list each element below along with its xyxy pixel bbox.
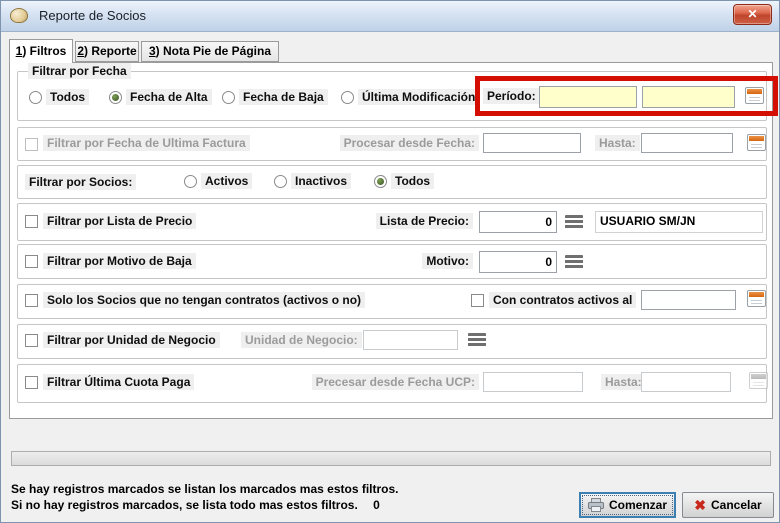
- factura-hasta-input[interactable]: [641, 133, 733, 153]
- motivo-input[interactable]: [479, 251, 557, 273]
- radio-fecha-de-baja[interactable]: [222, 91, 235, 104]
- checkbox-lista-de-precio-label[interactable]: Filtrar por Lista de Precio: [43, 213, 196, 229]
- app-icon: [10, 8, 28, 23]
- ucp-desde-input[interactable]: [483, 372, 583, 392]
- periodo-hasta-input[interactable]: [642, 86, 735, 108]
- checkbox-ultima-cuota-paga-label[interactable]: Filtrar Última Cuota Paga: [43, 374, 194, 390]
- tab-reporte-label: ) Reporte: [84, 44, 137, 58]
- tab-reporte[interactable]: 2) Reporte: [75, 41, 139, 62]
- contratos-calendar-icon[interactable]: [747, 290, 766, 307]
- row-filtrar-por-socios: Filtrar por Socios: Activos Inactivos To…: [17, 165, 767, 199]
- comenzar-button[interactable]: Comenzar: [579, 492, 676, 518]
- radio-todos[interactable]: [29, 91, 42, 104]
- checkbox-unidad-de-negocio[interactable]: [25, 334, 38, 347]
- footer-line-2: Si no hay registros marcados, se lista t…: [11, 498, 380, 512]
- row-motivo-de-baja: Filtrar por Motivo de Baja Motivo:: [17, 244, 767, 279]
- cancel-x-icon: ✖: [694, 498, 706, 512]
- tab-nota-pie-label: ) Nota Pie de Página: [156, 44, 271, 58]
- ucp-calendar-icon[interactable]: [749, 372, 768, 389]
- row-lista-de-precio: Filtrar por Lista de Precio Lista de Pre…: [17, 203, 767, 241]
- footer-line-2-text: Si no hay registros marcados, se lista t…: [11, 498, 358, 512]
- checkbox-con-contratos-activos[interactable]: [471, 294, 484, 307]
- row-ultima-factura: Filtrar por Fecha de Ultima Factura Proc…: [17, 127, 767, 161]
- footer-count: 0: [373, 498, 380, 512]
- dialog-reporte-de-socios: Reporte de Socios ✕ 1) Filtros 2) Report…: [0, 0, 780, 523]
- contratos-fecha-input[interactable]: [641, 290, 736, 310]
- close-button[interactable]: ✕: [733, 4, 772, 25]
- checkbox-motivo-de-baja-label[interactable]: Filtrar por Motivo de Baja: [43, 253, 196, 269]
- checkbox-ultima-factura[interactable]: [25, 138, 38, 151]
- tab-filtros[interactable]: 1) Filtros: [9, 39, 73, 63]
- footer-line-1: Se hay registros marcados se listan los …: [11, 482, 399, 496]
- unidad-de-negocio-field-label: Unidad de Negocio:: [241, 332, 362, 348]
- radio-fecha-de-alta[interactable]: [109, 91, 122, 104]
- filtrar-por-socios-label: Filtrar por Socios:: [25, 174, 136, 190]
- checkbox-unidad-de-negocio-label[interactable]: Filtrar por Unidad de Negocio: [43, 332, 220, 348]
- row-ultima-cuota-paga: Filtrar Última Cuota Paga Precesar desde…: [17, 364, 767, 403]
- row-contratos: Solo los Socios que no tengan contratos …: [17, 284, 767, 319]
- radio-socios-todos-label[interactable]: Todos: [391, 173, 434, 189]
- procesar-desde-fecha-input[interactable]: [483, 133, 581, 153]
- tab-nota-pie-de-pagina[interactable]: 3) Nota Pie de Página: [141, 41, 279, 62]
- row-unidad-de-negocio: Filtrar por Unidad de Negocio Unidad de …: [17, 324, 767, 359]
- periodo-label: Período:: [483, 88, 540, 104]
- radio-ultima-modificacion[interactable]: [341, 91, 354, 104]
- checkbox-ultima-factura-label[interactable]: Filtrar por Fecha de Ultima Factura: [43, 135, 250, 151]
- radio-activos-label[interactable]: Activos: [201, 173, 252, 189]
- unidad-de-negocio-picker-icon[interactable]: [468, 333, 486, 347]
- ucp-hasta-label: Hasta:: [601, 374, 646, 390]
- checkbox-motivo-de-baja[interactable]: [25, 255, 38, 268]
- motivo-picker-icon[interactable]: [565, 255, 583, 269]
- printer-icon: [588, 498, 604, 512]
- lista-de-precio-field-label: Lista de Precio:: [376, 213, 473, 229]
- ucp-hasta-input[interactable]: [641, 372, 731, 392]
- checkbox-con-contratos-activos-label[interactable]: Con contratos activos al: [489, 292, 636, 308]
- procesar-desde-fecha-label: Procesar desde Fecha:: [340, 135, 479, 151]
- radio-inactivos[interactable]: [274, 175, 287, 188]
- factura-calendar-icon[interactable]: [747, 134, 766, 151]
- cancelar-button[interactable]: ✖ Cancelar: [682, 492, 774, 518]
- radio-socios-todos[interactable]: [374, 175, 387, 188]
- checkbox-ultima-cuota-paga[interactable]: [25, 376, 38, 389]
- window-title: Reporte de Socios: [39, 1, 146, 30]
- tab-nota-pie-digit: 3: [149, 44, 156, 58]
- tab-filtros-label: ) Filtros: [22, 44, 66, 58]
- radio-fecha-de-alta-label[interactable]: Fecha de Alta: [126, 89, 212, 105]
- factura-hasta-label: Hasta:: [595, 135, 640, 151]
- periodo-calendar-icon[interactable]: [745, 87, 764, 104]
- motivo-field-label: Motivo:: [422, 253, 473, 269]
- checkbox-sin-contratos-label[interactable]: Solo los Socios que no tengan contratos …: [43, 292, 365, 308]
- periodo-desde-input[interactable]: [539, 86, 637, 108]
- radio-ultima-modificacion-label[interactable]: Última Modificación: [358, 89, 479, 105]
- comenzar-button-label: Comenzar: [609, 498, 667, 512]
- ucp-desde-label: Precesar desde Fecha UCP:: [312, 374, 479, 390]
- radio-fecha-de-baja-label[interactable]: Fecha de Baja: [239, 89, 328, 105]
- close-icon: ✕: [747, 7, 757, 21]
- radio-activos[interactable]: [184, 175, 197, 188]
- titlebar[interactable]: Reporte de Socios ✕: [1, 1, 779, 32]
- group-filtrar-por-fecha-legend: Filtrar por Fecha: [28, 63, 131, 79]
- periodo-highlight-annotation: Período:: [475, 76, 778, 116]
- checkbox-lista-de-precio[interactable]: [25, 215, 38, 228]
- unidad-de-negocio-input[interactable]: [363, 330, 458, 350]
- lista-de-precio-input[interactable]: [479, 211, 557, 233]
- lista-de-precio-descripcion: USUARIO SM/JN: [595, 211, 763, 233]
- radio-todos-label[interactable]: Todos: [46, 89, 89, 105]
- checkbox-sin-contratos[interactable]: [25, 294, 38, 307]
- progress-bar: [11, 451, 771, 466]
- cancelar-button-label: Cancelar: [711, 498, 762, 512]
- lista-de-precio-picker-icon[interactable]: [565, 215, 583, 229]
- tab-reporte-digit: 2: [77, 44, 84, 58]
- radio-inactivos-label[interactable]: Inactivos: [291, 173, 351, 189]
